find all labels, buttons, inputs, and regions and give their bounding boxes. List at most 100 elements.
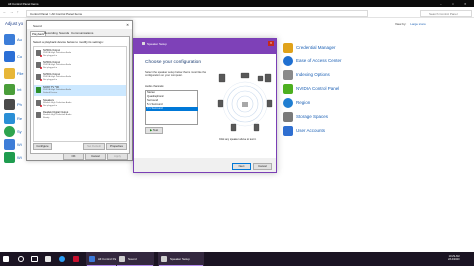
storage-spaces-icon[interactable]: [283, 112, 293, 122]
taskbar-sound[interactable]: Sound: [116, 252, 154, 266]
subwoofer-icon: [257, 75, 264, 82]
close-icon[interactable]: ✕: [268, 40, 274, 46]
cpl-item-label[interactable]: Sy: [17, 129, 22, 134]
listener-icon: [242, 102, 248, 107]
phone-icon[interactable]: [4, 99, 15, 110]
device-item-selected[interactable]: SONY TV *00 NVIDIA High Definition Audio…: [34, 85, 126, 96]
device-status: Ready: [43, 117, 50, 119]
channels-label: Audio channels:: [145, 85, 165, 88]
system-clock[interactable]: 10:29 AM 2/14/2020: [448, 255, 460, 262]
cpl-item-storage-spaces[interactable]: Storage Spaces: [296, 114, 328, 119]
next-button[interactable]: Next: [232, 163, 251, 170]
channels-list[interactable]: Stereo Quadraphonic Surround 5.1 Surroun…: [145, 90, 198, 125]
up-icon[interactable]: ↑: [17, 10, 19, 14]
close-icon[interactable]: ✕: [126, 23, 129, 27]
taskbar-speaker-setup[interactable]: Speaker Setup: [158, 252, 204, 266]
nvidia-icon[interactable]: [283, 84, 293, 94]
cpl-item-label[interactable]: Re: [17, 116, 22, 121]
cpl-item-indexing-options[interactable]: Indexing Options: [296, 72, 330, 77]
back-icon[interactable]: ←: [3, 10, 7, 14]
cpl-item-label[interactable]: Wi: [17, 142, 22, 147]
cpl-item-user-accounts[interactable]: User Accounts: [296, 128, 325, 133]
test-hint: Click any speaker above to test it.: [219, 138, 257, 141]
folder-icon[interactable]: [4, 68, 15, 79]
side-left-speaker-icon: [217, 99, 224, 108]
device-item[interactable]: NVIDIA Output NVIDIA High Definition Aud…: [34, 48, 126, 59]
device-status: Default Device: [43, 92, 58, 94]
test-button[interactable]: ▶ Test: [145, 127, 163, 134]
cpl-item-nvidia[interactable]: NVIDIA Control Panel: [296, 86, 339, 91]
sound-dialog: Sound ✕ Playback Recording Sounds Commun…: [26, 20, 133, 161]
device-detail: NVIDIA High Definition Audio: [43, 76, 72, 78]
cpl-item-label[interactable]: Int: [17, 87, 21, 92]
search-icon: [18, 256, 24, 262]
device-list[interactable]: NVIDIA Output NVIDIA High Definition Aud…: [33, 46, 127, 142]
taskbar-edge[interactable]: [56, 252, 68, 266]
cpl-icon[interactable]: [4, 34, 15, 45]
sync-icon[interactable]: [4, 126, 15, 137]
speaker-setup-titlebar[interactable]: Speaker Setup ✕: [134, 39, 276, 54]
credential-manager-icon[interactable]: [283, 43, 293, 53]
search-button[interactable]: [14, 252, 26, 266]
start-button[interactable]: [0, 252, 12, 266]
speaker-icon: [36, 62, 42, 69]
cpl-item-label[interactable]: File: [17, 71, 23, 76]
device-item[interactable]: Speakers Realtek High Definition Audio N…: [34, 98, 126, 109]
set-default-button[interactable]: Set Default: [83, 143, 105, 150]
minimize-icon[interactable]: –: [440, 2, 442, 6]
cpl-item-label[interactable]: Co: [17, 54, 22, 59]
side-right-speaker-icon: [266, 99, 273, 108]
cpl-item-region[interactable]: Region: [296, 100, 310, 105]
view-by: View by: Large icons: [395, 22, 426, 26]
region-icon[interactable]: [283, 98, 293, 108]
cpl-item-label[interactable]: Ph: [17, 102, 22, 107]
device-detail: NVIDIA High Definition Audio: [43, 52, 72, 54]
device-item[interactable]: NVIDIA Output NVIDIA High Definition Aud…: [34, 72, 126, 83]
control-panel-icon: [89, 256, 95, 262]
address-bar[interactable]: Control Panel > All Control Panel Items: [26, 9, 368, 17]
maximize-icon[interactable]: □: [452, 2, 454, 6]
speaker-icon: [142, 41, 145, 45]
search-placeholder: Search Control Panel: [429, 11, 458, 16]
taskbar-label: Speaker Setup: [170, 257, 190, 261]
forward-icon[interactable]: →: [10, 10, 14, 14]
sound-icon: [119, 256, 125, 262]
cancel-button[interactable]: Cancel: [85, 153, 106, 160]
ok-button[interactable]: OK: [63, 153, 84, 160]
search-input[interactable]: Search Control Panel: [420, 9, 472, 17]
cpl-item-credential-manager[interactable]: Credential Manager: [296, 45, 336, 50]
cpl-item-label[interactable]: Au: [17, 37, 22, 42]
cpl-item-ease-of-access[interactable]: Ease of Access Center: [296, 58, 342, 63]
taskbar-app[interactable]: [42, 252, 54, 266]
sound-titlebar[interactable]: Sound ✕: [27, 21, 132, 29]
play-icon: ▶: [149, 128, 153, 132]
cpl-icon[interactable]: [4, 152, 15, 163]
cpl-item-label[interactable]: Wi: [17, 155, 22, 160]
cpl-icon[interactable]: [4, 139, 15, 150]
task-view-button[interactable]: [28, 252, 40, 266]
close-icon[interactable]: ✕: [464, 2, 467, 6]
clock-date: 2/14/2020: [448, 258, 460, 262]
device-item[interactable]: Realtek Digital Output Realtek High Defi…: [34, 110, 126, 121]
taskbar-app[interactable]: [70, 252, 82, 266]
apply-button[interactable]: Apply: [107, 153, 128, 160]
speaker-icon: [36, 100, 42, 107]
cpl-icon[interactable]: [4, 51, 15, 62]
configure-button[interactable]: Configure: [33, 143, 52, 150]
taskbar: All Control Panel Ite... Sound Speaker S…: [0, 252, 474, 266]
user-accounts-icon[interactable]: [283, 126, 293, 136]
control-panel-titlebar[interactable]: All Control Panel Items – □ ✕: [0, 0, 474, 7]
cancel-button[interactable]: Cancel: [253, 163, 272, 170]
properties-button[interactable]: Properties: [106, 143, 127, 150]
view-by-select[interactable]: Large icons: [410, 22, 426, 26]
speaker-diagram[interactable]: [216, 66, 274, 138]
cpl-icon[interactable]: [4, 113, 15, 124]
channel-option-selected[interactable]: 7.1 Surround: [146, 107, 198, 111]
ease-of-access-icon[interactable]: [283, 56, 293, 66]
device-item[interactable]: NVIDIA Output NVIDIA High Definition Aud…: [34, 60, 126, 71]
indexing-options-icon[interactable]: [283, 70, 293, 80]
front-left-speaker-icon: [218, 73, 226, 83]
setup-heading: Choose your configuration: [145, 60, 201, 65]
globe-icon[interactable]: [4, 84, 15, 95]
device-status: Not plugged in: [43, 67, 58, 69]
